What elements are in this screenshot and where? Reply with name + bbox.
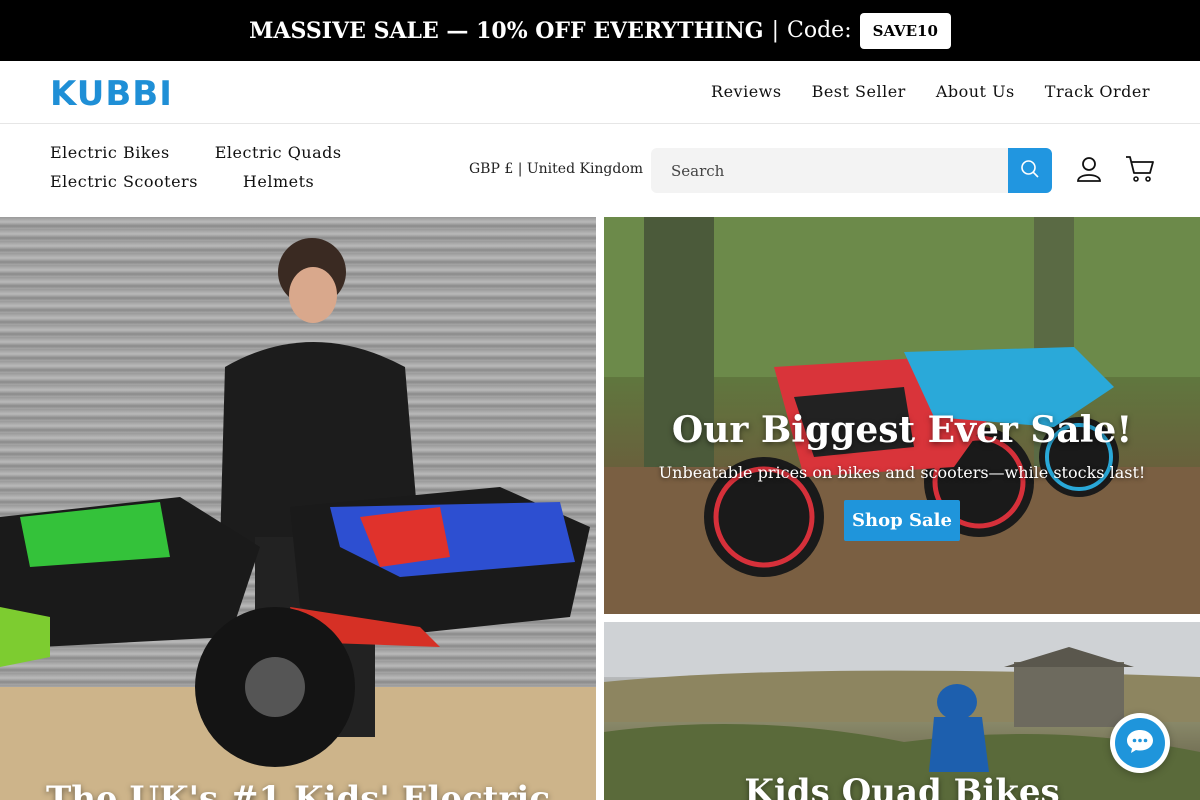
discount-code-badge[interactable]: SAVE10 (859, 12, 951, 49)
hero-left-title: The UK's #1 Kids' Electric (45, 779, 551, 800)
search-button[interactable] (1008, 148, 1052, 193)
sale-title: Our Biggest Ever Sale! (671, 409, 1133, 451)
category-electric-bikes[interactable]: Electric Bikes (50, 143, 170, 162)
hero-banner-left[interactable]: The UK's #1 Kids' Electric (0, 217, 596, 800)
currency-selector[interactable]: GBP £ | United Kingdom (469, 161, 661, 177)
chat-icon (1125, 727, 1155, 759)
cart-button[interactable] (1125, 155, 1157, 185)
cart-icon (1125, 156, 1155, 187)
search-bar (651, 148, 1052, 193)
announcement-text: MASSIVE SALE — 10% OFF EVERYTHING (249, 17, 764, 44)
search-input[interactable] (651, 148, 1008, 193)
hero-banner-sale: Our Biggest Ever Sale! Unbeatable prices… (604, 217, 1200, 614)
account-button[interactable] (1075, 155, 1105, 185)
search-icon (1020, 159, 1040, 183)
nav-link-reviews[interactable]: Reviews (711, 82, 782, 101)
site-logo[interactable]: KUBBI (50, 74, 173, 114)
hero-left-image (0, 238, 596, 800)
currency-label: GBP £ | United Kingdom (469, 161, 644, 177)
category-helmets[interactable]: Helmets (243, 172, 314, 191)
category-electric-quads[interactable]: Electric Quads (215, 143, 342, 162)
header-main: Electric Bikes Electric Quads Electric S… (0, 124, 1200, 217)
chat-widget-button[interactable] (1110, 713, 1170, 773)
nav-link-best-seller[interactable]: Best Seller (812, 82, 906, 101)
shop-sale-button[interactable]: Shop Sale (844, 500, 960, 541)
nav-link-track-order[interactable]: Track Order (1045, 82, 1150, 101)
category-electric-scooters[interactable]: Electric Scooters (50, 172, 198, 191)
announcement-code-label: Code: (787, 18, 852, 43)
top-nav: Reviews Best Seller About Us Track Order (711, 82, 1150, 101)
user-icon (1075, 157, 1103, 187)
announcement-bar: MASSIVE SALE — 10% OFF EVERYTHING | Code… (0, 0, 1200, 61)
hero-banner-quads[interactable]: Kids Quad Bikes (604, 622, 1200, 800)
sale-subtitle: Unbeatable prices on bikes and scooters—… (658, 463, 1146, 482)
header-top: KUBBI Reviews Best Seller About Us Track… (0, 61, 1200, 124)
category-nav: Electric Bikes Electric Quads Electric S… (50, 143, 430, 201)
quad-title: Kids Quad Bikes (744, 772, 1060, 800)
announcement-separator: | (771, 18, 780, 43)
nav-link-about-us[interactable]: About Us (936, 82, 1015, 101)
